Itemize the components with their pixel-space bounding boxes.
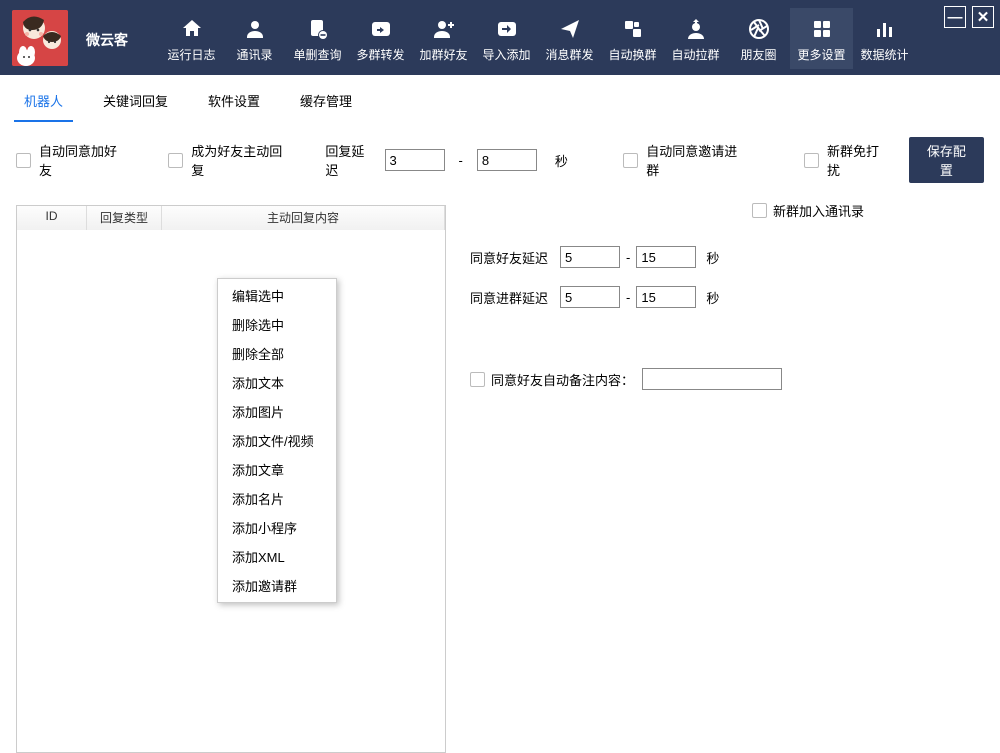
switch-icon	[601, 14, 664, 44]
th-reply-type[interactable]: 回复类型	[87, 206, 162, 230]
chk-auto-remark[interactable]	[470, 372, 485, 387]
doc-remove-icon	[286, 14, 349, 44]
ctx-delete-all[interactable]: 删除全部	[220, 339, 334, 368]
titlebar: 微云客 运行日志 通讯录 单删查询 多群转发 加群好友 导入添加 消息群发	[0, 0, 1000, 75]
chk-auto-accept-friend[interactable]	[16, 153, 31, 168]
nav-group-send[interactable]: 消息群发	[538, 8, 601, 69]
ctx-add-invite-group[interactable]: 添加邀请群	[220, 571, 334, 600]
input-reply-delay-max[interactable]	[477, 149, 537, 171]
sub-tabs: 机器人 关键词回复 软件设置 缓存管理	[0, 75, 1000, 123]
chk-new-group-add-contacts[interactable]	[752, 203, 767, 218]
lbl-new-group-add-contacts: 新群加入通讯录	[773, 201, 864, 220]
nav-import-add[interactable]: 导入添加	[475, 8, 538, 69]
ctx-delete-selected[interactable]: 删除选中	[220, 310, 334, 339]
person-icon	[223, 14, 286, 44]
lbl-new-group-dnd: 新群免打扰	[827, 141, 891, 179]
input-accept-group-min[interactable]	[560, 286, 620, 308]
nav-more-settings[interactable]: 更多设置	[790, 8, 853, 69]
nav-moments[interactable]: 朋友圈	[727, 8, 790, 69]
close-button[interactable]: ✕	[972, 6, 994, 28]
tab-robot[interactable]: 机器人	[14, 85, 73, 122]
aperture-icon	[727, 14, 790, 44]
nav-add-group-friend[interactable]: 加群好友	[412, 8, 475, 69]
input-reply-delay-min[interactable]	[385, 149, 445, 171]
ctx-add-article[interactable]: 添加文章	[220, 455, 334, 484]
ctx-add-file-video[interactable]: 添加文件/视频	[220, 426, 334, 455]
send-icon	[538, 14, 601, 44]
nav-multi-group-forward[interactable]: 多群转发	[349, 8, 412, 69]
lbl-accept-group-delay: 同意进群延迟	[470, 288, 560, 307]
lbl-auto-remark: 同意好友自动备注内容：	[491, 370, 634, 389]
lbl-reply-delay: 回复延迟	[325, 141, 376, 179]
avatar	[12, 10, 68, 66]
nav-contacts[interactable]: 通讯录	[223, 8, 286, 69]
chk-new-group-dnd[interactable]	[804, 153, 819, 168]
options-row: 自动同意加好友 成为好友主动回复 回复延迟 - 秒 自动同意邀请进群 新群免打扰…	[0, 123, 1000, 197]
home-icon	[160, 14, 223, 44]
person-add-icon	[412, 14, 475, 44]
chk-auto-accept-group[interactable]	[623, 153, 638, 168]
lbl-auto-reply: 成为好友主动回复	[191, 141, 293, 179]
lbl-auto-accept-group: 自动同意邀请进群	[646, 141, 748, 179]
lbl-seconds: 秒	[555, 151, 568, 170]
input-accept-friend-min[interactable]	[560, 246, 620, 268]
input-accept-friend-max[interactable]	[636, 246, 696, 268]
right-panel: 新群加入通讯录 同意好友延迟 - 秒 同意进群延迟 - 秒 同意好友自动备注内容…	[446, 205, 984, 753]
chk-auto-reply[interactable]	[168, 153, 183, 168]
table-header: ID 回复类型 主动回复内容	[17, 206, 445, 230]
nav-auto-switch-group[interactable]: 自动换群	[601, 8, 664, 69]
input-accept-group-max[interactable]	[636, 286, 696, 308]
ctx-edit-selected[interactable]: 编辑选中	[220, 281, 334, 310]
tab-cache-mgmt[interactable]: 缓存管理	[290, 85, 362, 122]
reply-table: ID 回复类型 主动回复内容 编辑选中 删除选中 删除全部 添加文本 添加图片 …	[16, 205, 446, 753]
nav-auto-pull-group[interactable]: 自动拉群	[664, 8, 727, 69]
save-config-button[interactable]: 保存配置	[909, 137, 984, 183]
th-id[interactable]: ID	[17, 206, 87, 230]
person-up-icon	[664, 14, 727, 44]
tab-software-settings[interactable]: 软件设置	[198, 85, 270, 122]
app-name: 微云客	[86, 30, 128, 50]
ctx-add-xml[interactable]: 添加XML	[220, 542, 334, 571]
forward-icon	[349, 14, 412, 44]
tab-keyword-reply[interactable]: 关键词回复	[93, 85, 178, 122]
lbl-sec1: 秒	[706, 248, 719, 267]
ctx-add-card[interactable]: 添加名片	[220, 484, 334, 513]
th-reply-content[interactable]: 主动回复内容	[162, 206, 445, 230]
ctx-add-text[interactable]: 添加文本	[220, 368, 334, 397]
nav-run-log[interactable]: 运行日志	[160, 8, 223, 69]
ctx-add-miniapp[interactable]: 添加小程序	[220, 513, 334, 542]
minimize-button[interactable]: —	[944, 6, 966, 28]
context-menu: 编辑选中 删除选中 删除全部 添加文本 添加图片 添加文件/视频 添加文章 添加…	[217, 278, 337, 603]
main-area: ID 回复类型 主动回复内容 编辑选中 删除选中 删除全部 添加文本 添加图片 …	[0, 205, 1000, 753]
ctx-add-image[interactable]: 添加图片	[220, 397, 334, 426]
left-panel: ID 回复类型 主动回复内容 编辑选中 删除选中 删除全部 添加文本 添加图片 …	[16, 205, 446, 753]
lbl-accept-friend-delay: 同意好友延迟	[470, 248, 560, 267]
lbl-auto-accept-friend: 自动同意加好友	[39, 141, 128, 179]
grid-icon	[790, 14, 853, 44]
import-icon	[475, 14, 538, 44]
main-nav: 运行日志 通讯录 单删查询 多群转发 加群好友 导入添加 消息群发 自动换群	[160, 8, 916, 69]
lbl-sec2: 秒	[706, 288, 719, 307]
dash: -	[453, 153, 469, 168]
input-auto-remark[interactable]	[642, 368, 782, 390]
nav-stats[interactable]: 数据统计	[853, 8, 916, 69]
window-controls: — ✕	[944, 6, 994, 28]
bar-chart-icon	[853, 14, 916, 44]
nav-single-delete-query[interactable]: 单删查询	[286, 8, 349, 69]
